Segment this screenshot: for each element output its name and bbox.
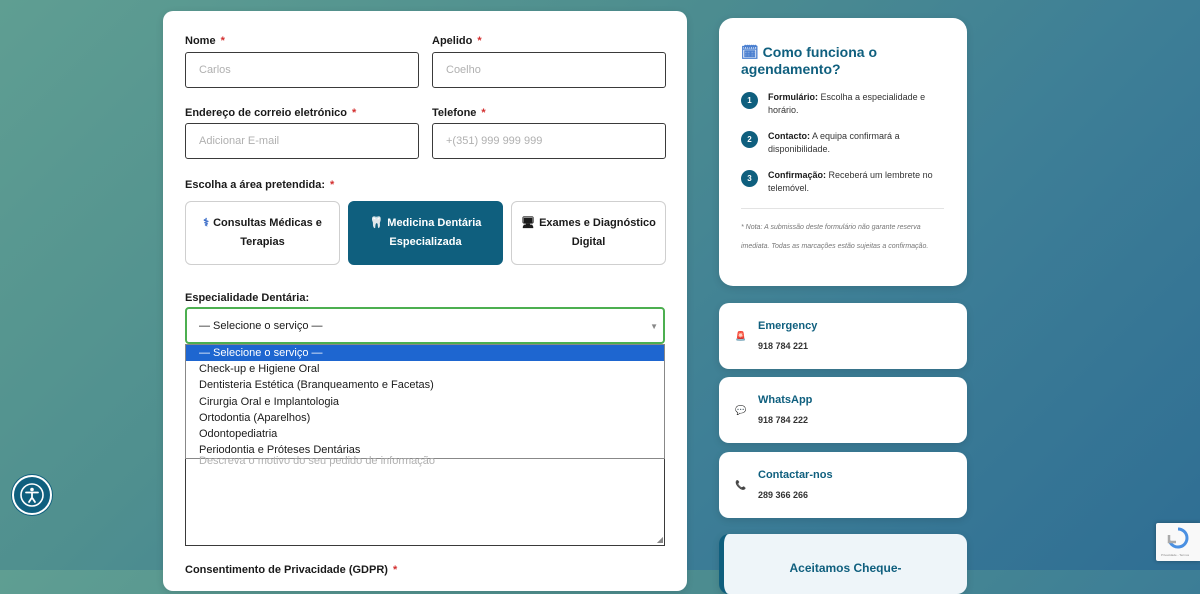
email-placeholder: Adicionar E-mail (199, 135, 280, 147)
accessibility-button[interactable] (12, 475, 52, 515)
specialty-dropdown: — Selecione o serviço — Check-up e Higie… (185, 344, 665, 459)
how-it-works-card: 🗓 Como funciona o agendamento? 1 Formulá… (719, 18, 967, 286)
dropdown-option[interactable]: Cirurgia Oral e Implantologia (186, 394, 664, 410)
area-label: Escolha a área pretendida: * (185, 179, 335, 191)
area-option-medical[interactable]: ⚕ Consultas Médicas e Terapias (185, 201, 340, 265)
contact-value: 918 784 221 (758, 341, 809, 351)
recaptcha-text: Privacidade - Termos (1161, 553, 1190, 557)
first-name-label: Nome * (185, 35, 225, 47)
first-name-placeholder: Carlos (199, 64, 231, 76)
specialty-label: Especialidade Dentária: (185, 292, 310, 304)
dropdown-option[interactable]: — Selecione o serviço — (186, 345, 664, 362)
step-text: Formulário: Escolha a especialidade e ho… (768, 92, 926, 115)
appointment-form: Nome * Carlos Apelido * Coelho Endereço de… (163, 11, 687, 591)
phone-field[interactable]: +(351) 999 999 999 (432, 123, 666, 159)
contact-us-card[interactable]: 📞 Contactar-nos 289 366 266 (719, 452, 967, 518)
divider (741, 208, 944, 209)
first-name-input[interactable]: Carlos (185, 52, 419, 88)
contact-title: Contactar-nos (758, 469, 833, 481)
dropdown-option[interactable]: Check-up e Higiene Oral (186, 361, 664, 377)
cheque-card: Aceitamos Cheque- (719, 534, 967, 594)
cheque-title: Aceitamos Cheque- (789, 561, 902, 575)
contact-value: 289 366 266 (758, 490, 809, 500)
area-option-label: Exames e Diagnóstico Digital (539, 217, 656, 248)
step-text: Contacto: A equipa confirmará a disponib… (768, 131, 900, 154)
tooth-icon: 🦷 (369, 217, 384, 229)
last-name-input[interactable]: Coelho (432, 52, 666, 88)
phone-icon: 📞 (735, 480, 747, 490)
message-textarea[interactable]: Descreva o motivo do seu pedido de infor… (185, 455, 665, 546)
dropdown-option[interactable]: Dentisteria Estética (Branqueamento e Fa… (186, 377, 664, 393)
last-name-placeholder: Coelho (446, 64, 481, 76)
area-option-exams[interactable]: 🖥 Exames e Diagnóstico Digital (511, 201, 666, 265)
contact-title: Emergency (758, 320, 818, 332)
dropdown-option[interactable]: Odontopediatria (186, 426, 664, 442)
step-text: Confirmação: Receberá um lembrete no tel… (768, 170, 933, 193)
monitor-icon: 🖥 (521, 217, 536, 229)
email-label: Endereço de correio eletrónico * (185, 107, 357, 119)
resize-handle-icon[interactable]: ◢ (657, 535, 663, 544)
specialty-select[interactable]: — Selecione o serviço — ▼ (185, 307, 665, 344)
whatsapp-card[interactable]: 💬 WhatsApp 918 784 222 (719, 377, 967, 443)
emergency-card[interactable]: 🚨 Emergency 918 784 221 (719, 303, 967, 369)
step-number: 1 (741, 92, 758, 109)
phone-label: Telefone * (432, 107, 486, 119)
booking-note: * Nota: A submissão deste formulário não… (741, 224, 929, 250)
calendar-icon: 🗓 (741, 44, 759, 60)
contact-title: WhatsApp (758, 394, 813, 406)
step-number: 3 (741, 170, 758, 187)
email-field[interactable]: Adicionar E-mail (185, 123, 419, 159)
specialty-selected-value: — Selecione o serviço — (199, 319, 323, 332)
chat-icon: 💬 (735, 405, 747, 415)
recaptcha-badge[interactable]: Privacidade - Termos (1156, 523, 1200, 561)
dropdown-option[interactable]: Ortodontia (Aparelhos) (186, 410, 664, 426)
how-it-works-title: 🗓 Como funciona o agendamento? (741, 44, 877, 77)
step-number: 2 (741, 131, 758, 148)
message-placeholder: Descreva o motivo do seu pedido de infor… (199, 455, 436, 467)
area-option-dental[interactable]: 🦷 Medicina Dentária Especializada (348, 201, 503, 265)
last-name-label: Apelido * (432, 35, 482, 47)
phone-placeholder: +(351) 999 999 999 (446, 135, 543, 147)
chevron-down-icon: ▼ (650, 322, 658, 331)
contact-value: 918 784 222 (758, 415, 809, 425)
accessibility-icon (20, 483, 44, 507)
alarm-icon: 🚨 (735, 331, 747, 341)
stethoscope-icon: ⚕ (203, 217, 210, 229)
recaptcha-icon (1167, 527, 1189, 549)
area-option-label: Medicina Dentária Especializada (387, 217, 482, 248)
privacy-label: Consentimento de Privacidade (GDPR) * (185, 564, 398, 576)
area-option-label: Consultas Médicas e Terapias (213, 217, 322, 248)
